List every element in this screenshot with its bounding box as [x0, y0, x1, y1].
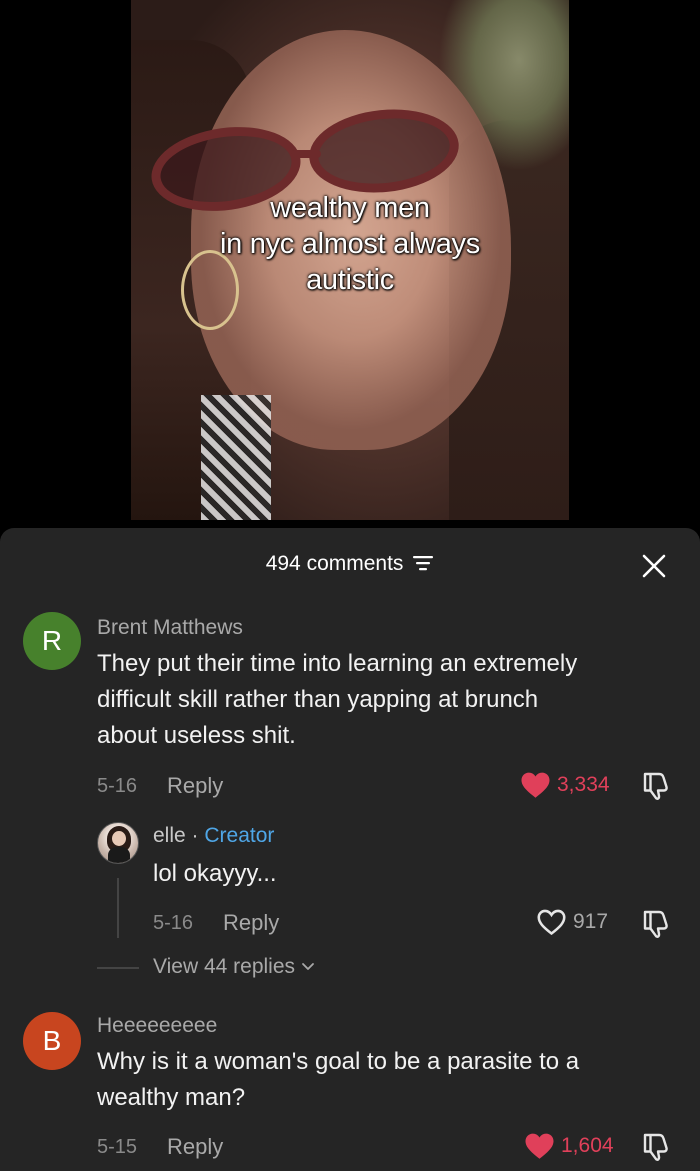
avatar-letter: R	[41, 625, 63, 656]
like-count: 917	[573, 910, 609, 933]
like-button[interactable]: 1,604	[524, 1132, 614, 1160]
avatar-body	[108, 847, 130, 863]
caption-line-2: in nyc almost always	[220, 228, 480, 260]
comment-text: Why is it a woman's goal to be a parasit…	[97, 1044, 579, 1116]
comment-text-line: about useless shit.	[97, 722, 296, 749]
heart-filled-icon	[521, 772, 550, 798]
avatar[interactable]: R	[23, 612, 81, 670]
thumbs-down-icon[interactable]	[640, 1131, 672, 1163]
reply-username: elle	[153, 824, 186, 847]
video-player[interactable]: wealthy men in nyc almost always autisti…	[131, 0, 569, 520]
reply-button[interactable]: Reply	[167, 773, 223, 799]
comment-username[interactable]: Brent Matthews	[97, 616, 243, 640]
close-x-icon[interactable]	[640, 552, 668, 580]
sunglasses-bridge	[291, 150, 321, 158]
chevron-down-icon	[301, 963, 314, 971]
comment-text: They put their time into learning an ext…	[97, 646, 577, 754]
thumbs-down-icon[interactable]	[640, 770, 672, 802]
creator-badge: Creator	[204, 824, 275, 847]
like-count: 3,334	[557, 773, 610, 796]
comment-date: 5-15	[97, 1136, 138, 1158]
caption-line-3: autistic	[306, 264, 394, 296]
reply-button[interactable]: Reply	[167, 1134, 223, 1160]
comment-text-line: Why is it a woman's goal to be a parasit…	[97, 1048, 580, 1075]
video-caption: wealthy men in nyc almost always autisti…	[131, 190, 569, 298]
comment-date: 5-16	[97, 775, 138, 797]
sort-lines-icon	[413, 555, 434, 571]
like-count: 1,604	[561, 1134, 614, 1157]
avatar-face	[112, 831, 126, 846]
username-separator: ·	[191, 824, 199, 847]
comment-text-line: difficult skill rather than yapping at b…	[97, 686, 539, 713]
reply-username-row[interactable]: elle · Creator	[153, 824, 274, 848]
gingham-shirt	[201, 395, 271, 520]
view-replies-button[interactable]: View 44 replies	[153, 955, 315, 979]
comment-count-sort-button[interactable]: 494 comments	[0, 552, 700, 576]
creator-avatar[interactable]	[97, 822, 139, 864]
thumbs-down-icon[interactable]	[640, 908, 672, 940]
reply-text: lol okayyy...	[153, 860, 277, 887]
thread-line	[117, 878, 119, 938]
comments-header: 494 comments	[0, 528, 700, 600]
view-replies-label: View 44 replies	[153, 955, 296, 978]
view-replies-divider	[97, 967, 139, 969]
avatar[interactable]: B	[23, 1012, 81, 1070]
comment-text-line: They put their time into learning an ext…	[97, 650, 578, 677]
heart-outline-icon	[537, 909, 566, 936]
caption-line-1: wealthy men	[270, 192, 430, 224]
comment-count-label: 494 comments	[265, 552, 404, 575]
like-button[interactable]: 917	[536, 908, 608, 936]
comment-text-line: wealthy man?	[97, 1084, 246, 1111]
comment-username[interactable]: Heeeeeeeee	[97, 1014, 217, 1038]
like-button[interactable]: 3,334	[520, 771, 610, 799]
heart-filled-icon	[525, 1133, 554, 1159]
reply-button[interactable]: Reply	[223, 910, 279, 936]
reply-date: 5-16	[153, 912, 194, 934]
avatar-letter: B	[42, 1025, 62, 1056]
comments-panel: 494 comments R Brent Matthews They put t…	[0, 528, 700, 1171]
